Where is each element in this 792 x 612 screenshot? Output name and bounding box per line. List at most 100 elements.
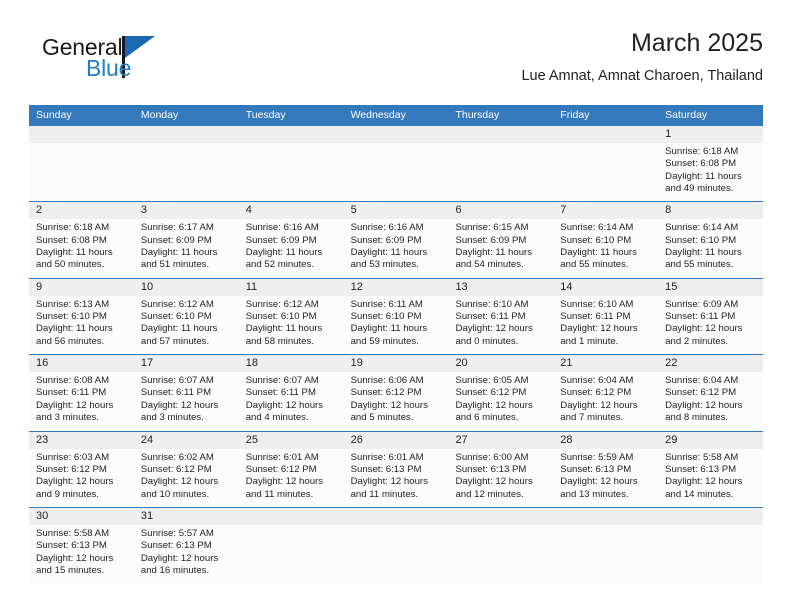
day-detail-line: Sunset: 6:08 PM <box>665 158 737 170</box>
day-detail-line: and 55 minutes. <box>665 259 734 271</box>
day-detail-line: Daylight: 11 hours <box>245 247 323 259</box>
day-detail-line: Sunset: 6:13 PM <box>140 540 212 552</box>
brand-name-blue: Blue <box>86 55 132 81</box>
day-detail-line: Sunrise: 6:07 AM <box>245 375 319 387</box>
day-detail-line: Sunrise: 6:11 AM <box>350 298 423 310</box>
day-detail-line: Sunset: 6:13 PM <box>455 463 527 475</box>
day-number-21[interactable]: 21 <box>553 355 658 372</box>
day-detail-line: Daylight: 11 hours <box>140 247 218 259</box>
day-cell-5[interactable]: Sunrise: 6:16 AM Sunset: 6:09 PM Daylight:… <box>344 219 449 277</box>
day-cell-17[interactable]: Sunrise: 6:07 AM Sunset: 6:11 PM Daylight:… <box>134 372 239 430</box>
day-number-empty <box>553 126 658 143</box>
day-cell-3[interactable]: Sunrise: 6:17 AM Sunset: 6:09 PM Daylight:… <box>134 219 239 277</box>
day-detail-line: Sunset: 6:09 PM <box>245 234 317 246</box>
day-number-27[interactable]: 27 <box>448 432 553 449</box>
day-number-29[interactable]: 29 <box>658 432 763 449</box>
day-number-9[interactable]: 9 <box>29 279 134 296</box>
day-cell-20[interactable]: Sunrise: 6:05 AM Sunset: 6:12 PM Daylight:… <box>448 372 553 430</box>
brand-logo[interactable]: General Blue <box>29 34 259 96</box>
day-number-30[interactable]: 30 <box>29 508 134 525</box>
day-number-26[interactable]: 26 <box>344 432 449 449</box>
day-number-25[interactable]: 25 <box>239 432 344 449</box>
day-number-empty <box>448 508 553 525</box>
day-number-15[interactable]: 15 <box>658 279 763 296</box>
day-cell-9[interactable]: Sunrise: 6:13 AM Sunset: 6:10 PM Daylight:… <box>29 296 134 354</box>
day-detail-line: Daylight: 12 hours <box>350 476 428 488</box>
day-number-5[interactable]: 5 <box>344 202 449 219</box>
day-detail-line: Sunrise: 6:03 AM <box>36 451 110 463</box>
day-detail-line: and 6 minutes. <box>455 412 519 424</box>
day-cell-13[interactable]: Sunrise: 6:10 AM Sunset: 6:11 PM Daylight:… <box>448 296 553 354</box>
day-number-22[interactable]: 22 <box>658 355 763 372</box>
day-cell-12[interactable]: Sunrise: 6:11 AM Sunset: 6:10 PM Daylight:… <box>344 296 449 354</box>
day-number-1[interactable]: 1 <box>658 126 763 143</box>
day-cell-30[interactable]: Sunrise: 5:58 AM Sunset: 6:13 PM Daylight:… <box>29 525 134 585</box>
day-detail-line: Sunset: 6:11 PM <box>560 311 631 323</box>
day-number-18[interactable]: 18 <box>239 355 344 372</box>
day-cell-22[interactable]: Sunrise: 6:04 AM Sunset: 6:12 PM Daylight:… <box>658 372 763 430</box>
day-detail-line: Sunset: 6:11 PM <box>36 387 107 399</box>
day-detail-line: and 49 minutes. <box>665 183 734 195</box>
day-cell-31[interactable]: Sunrise: 5:57 AM Sunset: 6:13 PM Daylight:… <box>134 525 239 585</box>
day-cell-10[interactable]: Sunrise: 6:12 AM Sunset: 6:10 PM Daylight:… <box>134 296 239 354</box>
day-number-13[interactable]: 13 <box>448 279 553 296</box>
day-detail-line: Sunset: 6:09 PM <box>350 234 422 246</box>
day-number-17[interactable]: 17 <box>134 355 239 372</box>
day-cell-18[interactable]: Sunrise: 6:07 AM Sunset: 6:11 PM Daylight:… <box>239 372 344 430</box>
day-number-10[interactable]: 10 <box>134 279 239 296</box>
day-number-23[interactable]: 23 <box>29 432 134 449</box>
day-cell-7[interactable]: Sunrise: 6:14 AM Sunset: 6:10 PM Daylight:… <box>553 219 658 277</box>
day-cell-21[interactable]: Sunrise: 6:04 AM Sunset: 6:12 PM Daylight:… <box>553 372 658 430</box>
day-cell-23[interactable]: Sunrise: 6:03 AM Sunset: 6:12 PM Daylight:… <box>29 449 134 507</box>
day-number-empty <box>553 508 658 525</box>
day-cell-1[interactable]: Sunrise: 6:18 AM Sunset: 6:08 PM Daylight:… <box>658 143 763 201</box>
day-number-3[interactable]: 3 <box>134 202 239 219</box>
day-cell-26[interactable]: Sunrise: 6:01 AM Sunset: 6:13 PM Daylight:… <box>344 449 449 507</box>
day-number-2[interactable]: 2 <box>29 202 134 219</box>
calendar-weeks: 1 Sunrise: 6:18 AM Sunset: 6:08 PM Daylight… <box>29 126 763 585</box>
day-number-12[interactable]: 12 <box>344 279 449 296</box>
day-cell-29[interactable]: Sunrise: 5:58 AM Sunset: 6:13 PM Daylight:… <box>658 449 763 507</box>
day-cell-4[interactable]: Sunrise: 6:16 AM Sunset: 6:09 PM Daylight:… <box>239 219 344 277</box>
day-cell-2[interactable]: Sunrise: 6:18 AM Sunset: 6:08 PM Daylight:… <box>29 219 134 277</box>
calendar-week-row: 16 17 18 19 20 21 22 Sunrise: 6:08 AM Sunset: 6:… <box>29 354 763 431</box>
day-number-20[interactable]: 20 <box>448 355 553 372</box>
day-cell-14[interactable]: Sunrise: 6:10 AM Sunset: 6:11 PM Daylight:… <box>553 296 658 354</box>
day-detail-line: Sunset: 6:12 PM <box>455 387 527 399</box>
day-cell-27[interactable]: Sunrise: 6:00 AM Sunset: 6:13 PM Daylight:… <box>448 449 553 507</box>
day-cell-25[interactable]: Sunrise: 6:01 AM Sunset: 6:12 PM Daylight:… <box>239 449 344 507</box>
day-cell-19[interactable]: Sunrise: 6:06 AM Sunset: 6:12 PM Daylight:… <box>344 372 449 430</box>
day-detail-line: Sunset: 6:12 PM <box>36 463 107 475</box>
day-detail-line: Sunrise: 6:07 AM <box>140 375 214 387</box>
day-cell-15[interactable]: Sunrise: 6:09 AM Sunset: 6:11 PM Daylight:… <box>658 296 763 354</box>
day-number-24[interactable]: 24 <box>134 432 239 449</box>
day-number-28[interactable]: 28 <box>553 432 658 449</box>
day-cell-28[interactable]: Sunrise: 5:59 AM Sunset: 6:13 PM Daylight:… <box>553 449 658 507</box>
day-detail-line: Daylight: 12 hours <box>455 323 533 335</box>
day-number-8[interactable]: 8 <box>658 202 763 219</box>
day-number-11[interactable]: 11 <box>239 279 344 296</box>
day-cell-24[interactable]: Sunrise: 6:02 AM Sunset: 6:12 PM Daylight:… <box>134 449 239 507</box>
week-body-row: Sunrise: 6:13 AM Sunset: 6:10 PM Daylight:… <box>29 295 763 355</box>
day-number-14[interactable]: 14 <box>553 279 658 296</box>
day-detail-line: Sunrise: 6:16 AM <box>245 222 319 234</box>
day-cell-6[interactable]: Sunrise: 6:15 AM Sunset: 6:09 PM Daylight:… <box>448 219 553 277</box>
day-cell-empty <box>344 143 449 201</box>
day-detail-line: Daylight: 12 hours <box>560 476 638 488</box>
day-cell-11[interactable]: Sunrise: 6:12 AM Sunset: 6:10 PM Daylight:… <box>239 296 344 354</box>
day-number-4[interactable]: 4 <box>239 202 344 219</box>
day-number-7[interactable]: 7 <box>553 202 658 219</box>
day-detail-line: Sunrise: 6:17 AM <box>140 222 214 234</box>
day-detail-line: Daylight: 12 hours <box>350 399 428 411</box>
day-cell-16[interactable]: Sunrise: 6:08 AM Sunset: 6:11 PM Daylight:… <box>29 372 134 430</box>
day-cell-8[interactable]: Sunrise: 6:14 AM Sunset: 6:10 PM Daylight:… <box>658 219 763 277</box>
day-number-6[interactable]: 6 <box>448 202 553 219</box>
day-detail-line: Sunrise: 6:08 AM <box>36 375 110 387</box>
calendar-page: General Blue March 2025 Lue Amnat, Amnat… <box>0 0 792 612</box>
day-number-31[interactable]: 31 <box>134 508 239 525</box>
day-number-16[interactable]: 16 <box>29 355 134 372</box>
day-detail-line: Sunrise: 6:09 AM <box>665 298 739 310</box>
day-detail-line: Sunset: 6:11 PM <box>245 387 316 399</box>
day-number-19[interactable]: 19 <box>344 355 449 372</box>
day-detail-line: Sunset: 6:09 PM <box>455 234 527 246</box>
